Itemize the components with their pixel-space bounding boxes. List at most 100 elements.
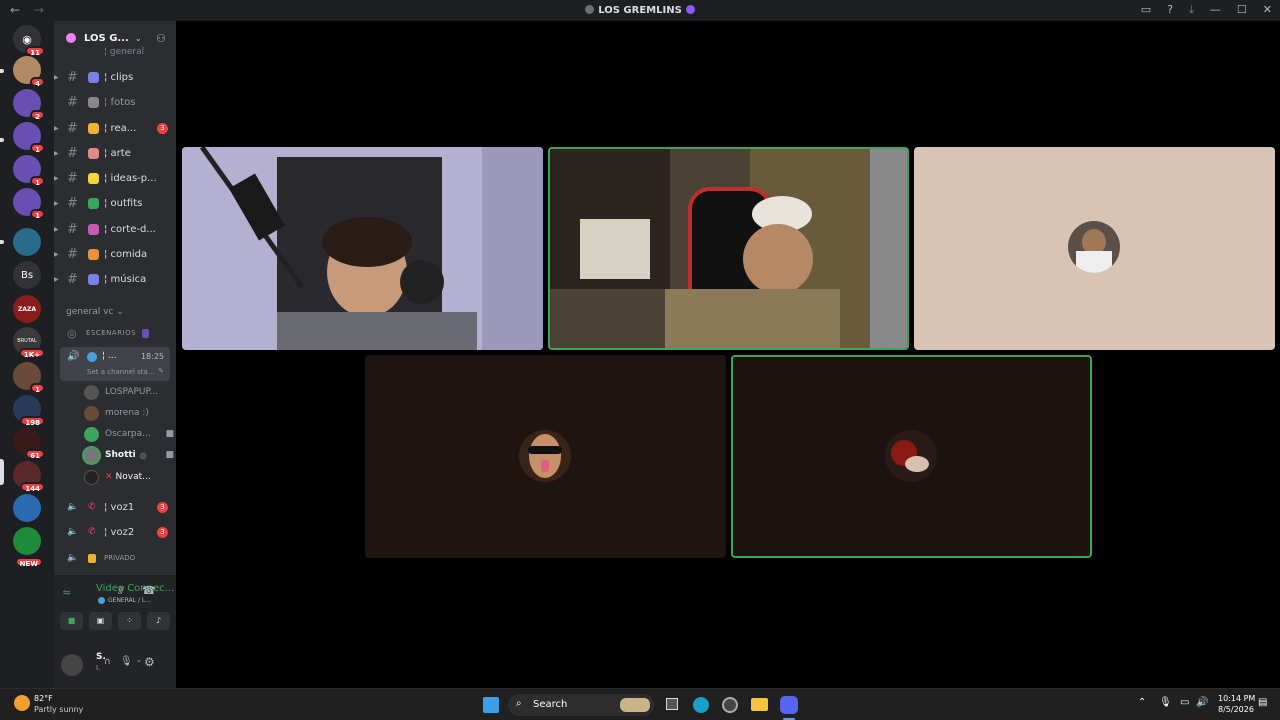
partial-channel: ¦ general	[104, 47, 145, 56]
voice-channel-privado[interactable]: 🔈 PRIVADO	[54, 547, 176, 569]
server-icon[interactable]	[13, 228, 41, 256]
server-icon[interactable]	[13, 494, 41, 522]
channel-label: ¦ rea...	[104, 122, 137, 134]
channel-fotos[interactable]: # ¦ fotos	[54, 91, 176, 113]
tray-chevron-icon[interactable]: ⌃	[1138, 697, 1146, 708]
noise-suppression-icon[interactable]: ⫻	[118, 586, 124, 597]
channel-musica[interactable]: ▶ # ¦ música	[54, 268, 176, 290]
headset-icon[interactable]: ∩	[104, 657, 111, 667]
server-icon[interactable]: 1	[13, 362, 45, 394]
window-title: LOS GREMLINS	[0, 5, 1280, 16]
server-icon[interactable]: 198	[13, 395, 45, 427]
food-emoji-icon	[88, 248, 99, 260]
channel-rea[interactable]: ▶ # ¦ rea... 3	[54, 117, 176, 139]
voice-channel-voz2[interactable]: 🔈 ✆ ¦ voz2 3	[54, 521, 176, 543]
server-zaza[interactable]: ZAZA	[13, 295, 41, 323]
unread-pill	[0, 240, 4, 244]
server-icon[interactable]: 2	[13, 89, 45, 121]
screenshare-button[interactable]: ▣	[89, 612, 112, 630]
video-tile-speaking[interactable]	[731, 355, 1092, 558]
channel-status[interactable]: Set a channel sta...	[87, 368, 155, 376]
discord-home-icon[interactable]: ◉ 11	[13, 25, 45, 57]
search-icon: ⌕	[516, 698, 522, 709]
search-box[interactable]: ⌕ Search	[508, 694, 654, 716]
video-tile[interactable]	[914, 147, 1275, 350]
help-icon[interactable]: ?	[1167, 3, 1173, 17]
vc-user[interactable]: ✕ Novat...	[84, 467, 166, 487]
clock-time[interactable]: 10:14 PM	[1218, 694, 1255, 703]
close-button[interactable]: ✕	[1263, 3, 1272, 17]
discord-taskbar-icon[interactable]	[780, 696, 798, 714]
activities-button[interactable]: ⁘	[118, 612, 141, 630]
inbox-icon[interactable]: ▭	[1141, 3, 1151, 17]
server-icon[interactable]: 1	[13, 155, 45, 187]
server-bs[interactable]: Bs	[13, 261, 41, 289]
start-button[interactable]	[483, 697, 499, 713]
server-icon[interactable]: NEW	[13, 527, 43, 568]
title-bar: ← → LOS GREMLINS ▭ ? ⤓ — ☐ ✕	[0, 0, 1280, 21]
notification-icon[interactable]: ▤	[1258, 697, 1267, 708]
server-brutal[interactable]: BRUTAL 1K+	[13, 327, 45, 359]
soundboard-button[interactable]: ♪	[147, 612, 170, 630]
server-icon[interactable]: 1	[13, 122, 45, 154]
channel-arte[interactable]: ▶ # ¦ arte	[54, 142, 176, 164]
channel-clips[interactable]: ▶ # ¦ clips	[54, 66, 176, 88]
camera-button[interactable]: ■	[60, 612, 83, 630]
vc-user[interactable]: Oscarpa... ■	[84, 424, 174, 444]
disconnect-icon[interactable]: ☎	[142, 584, 156, 597]
guild-badge: 4	[30, 77, 45, 88]
weather-desc[interactable]: Partly sunny	[34, 705, 83, 714]
server-icon[interactable]: 61	[13, 428, 45, 460]
user-avatar[interactable]	[61, 654, 83, 676]
dm-avatar[interactable]: 4	[13, 56, 45, 88]
guild-badge: 1	[30, 209, 45, 220]
download-icon[interactable]: ⤓	[1189, 3, 1194, 17]
active-vc-name: ¦ ...	[102, 351, 117, 361]
minimize-button[interactable]: —	[1210, 3, 1221, 17]
chrome-icon[interactable]	[722, 697, 738, 713]
network-icon[interactable]: ▭	[1180, 697, 1189, 708]
voice-category-header[interactable]: general vc ⌄	[66, 307, 124, 317]
server-icon[interactable]: 1	[13, 188, 45, 220]
clapper-emoji-icon	[88, 71, 99, 83]
channel-ideas[interactable]: ▶ # ¦ ideas-p...	[54, 167, 176, 189]
chevron-down-icon[interactable]: ⌄	[136, 656, 142, 664]
window-title-text: LOS GREMLINS	[598, 5, 682, 16]
weather-temp[interactable]: 82°F	[34, 694, 53, 703]
task-view-icon[interactable]	[666, 698, 678, 710]
server-icon[interactable]: 144	[13, 461, 45, 493]
stage-channel[interactable]: ◎ ESCENARIOS	[54, 322, 176, 344]
add-member-icon[interactable]: ⚇	[156, 32, 166, 45]
video-tile[interactable]	[182, 147, 543, 350]
edge-icon[interactable]	[693, 697, 709, 713]
channel-corte[interactable]: ▶ # ¦ corte-d...	[54, 218, 176, 240]
active-voice-channel[interactable]: 🔊 ¦ ... 18:25 Set a channel sta... ✎	[60, 347, 170, 381]
vc-user[interactable]: morena :)	[84, 403, 166, 423]
voice-status-title[interactable]: Video Connec...	[96, 583, 174, 594]
caret-icon: ▶	[54, 73, 59, 81]
windows-taskbar: 82°F Partly sunny ⌕ Search ⌃ 🎙 ▭ 🔊 10:14…	[0, 688, 1280, 720]
hash-icon: #	[67, 246, 78, 262]
vc-user[interactable]: LOSPAPUP...	[84, 382, 166, 402]
channel-comida[interactable]: ▶ # ¦ comida	[54, 243, 176, 265]
locked-speaker-icon: 🔈	[67, 553, 79, 563]
channel-outfits[interactable]: ▶ # ¦ outfits	[54, 192, 176, 214]
file-explorer-icon[interactable]	[751, 698, 768, 711]
video-tile[interactable]	[365, 355, 726, 558]
mic-icon[interactable]: 🎙	[120, 656, 133, 667]
channel-label: ¦ ideas-p...	[104, 172, 157, 184]
mention-badge: 3	[157, 122, 168, 134]
mention-badge: 3	[157, 526, 168, 538]
settings-gear-icon[interactable]: ⚙	[144, 655, 155, 669]
clock-date[interactable]: 8/5/2026	[1218, 705, 1254, 714]
user-panel: S. I. 🎙 ⌄ 🎧 ∩ ⚙	[54, 648, 176, 688]
tray-mic-icon[interactable]: 🎙	[1159, 697, 1172, 708]
volume-icon[interactable]: 🔊	[1196, 697, 1208, 708]
new-badge: NEW	[14, 557, 43, 568]
maximize-button[interactable]: ☐	[1237, 3, 1247, 17]
video-tile-speaking[interactable]	[548, 147, 909, 350]
voice-status-subtitle[interactable]: GENERAL / L...	[108, 597, 151, 604]
pencil-icon[interactable]: ✎	[158, 367, 164, 375]
vc-user[interactable]: Shotti ◎ ■	[84, 445, 174, 465]
voice-channel-voz1[interactable]: 🔈 ✆ ¦ voz1 3	[54, 496, 176, 518]
